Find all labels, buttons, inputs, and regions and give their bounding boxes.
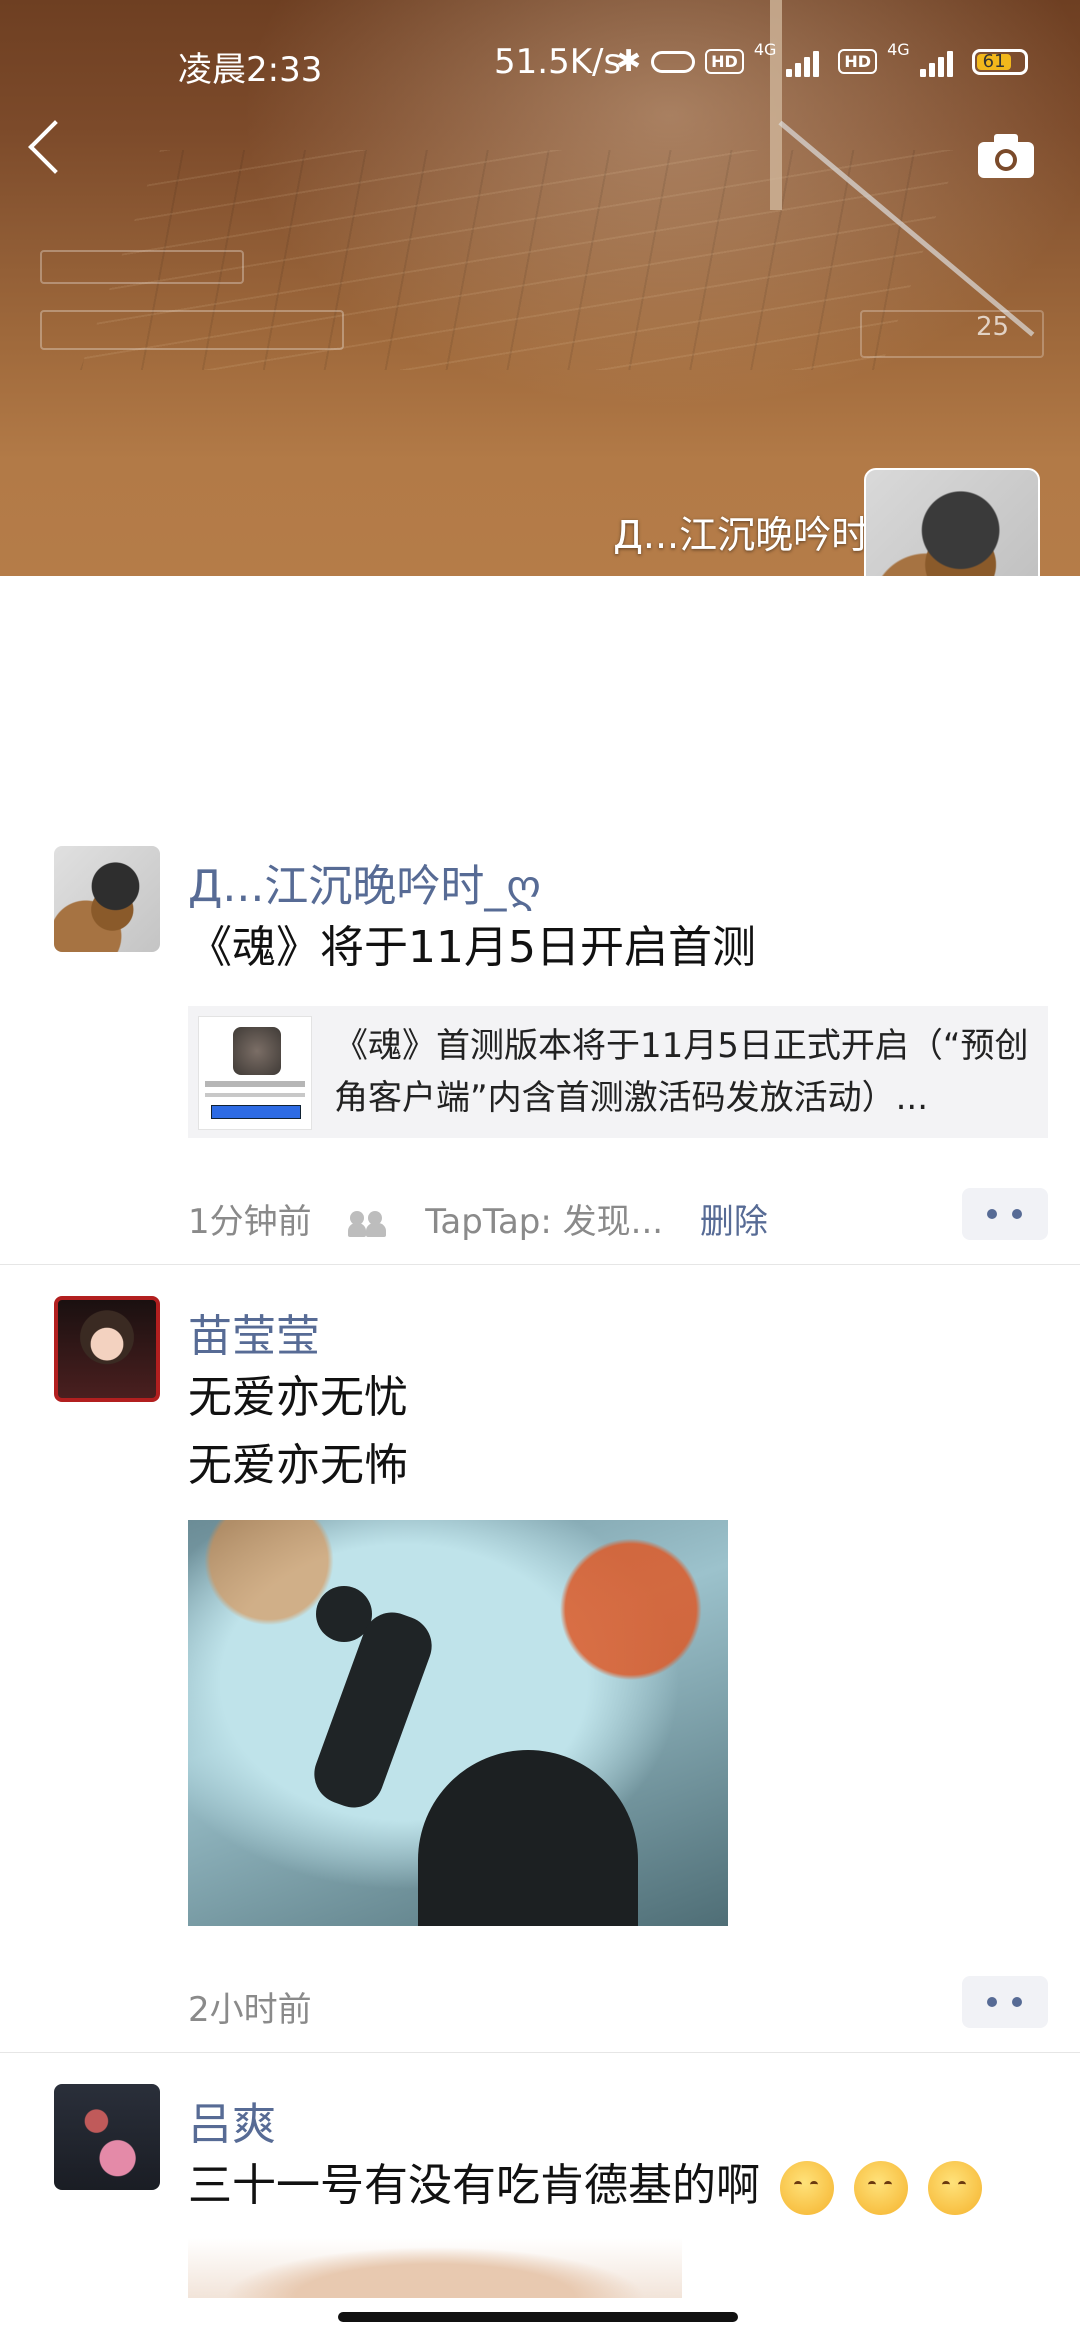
avatar[interactable] [54, 2084, 160, 2190]
post-photo[interactable] [188, 1520, 728, 1926]
cover-avatar[interactable] [864, 468, 1040, 576]
game-hud-player2 [40, 310, 344, 350]
post-time: 2小时前 [188, 1990, 312, 2030]
divider [0, 2052, 1080, 2053]
post-photo-partial[interactable] [188, 2238, 682, 2298]
friends-visibility-icon [348, 1210, 388, 1237]
app-logo-icon [233, 1027, 281, 1075]
cover-pillar [770, 0, 782, 210]
delete-link[interactable]: 删除 [700, 1202, 768, 1242]
avatar[interactable] [54, 1296, 160, 1402]
status-net-speed: 51.5K/s [494, 42, 622, 82]
vibrate-icon [651, 50, 696, 73]
photo-shadow-body [418, 1750, 638, 1926]
more-dots-icon[interactable] [962, 1976, 1048, 2028]
home-indicator[interactable] [338, 2312, 738, 2322]
smiling-face-emoji [928, 2161, 982, 2215]
status-time: 凌晨2:33 [178, 50, 323, 90]
post-text-line-1: 无爱亦无忧 [188, 1372, 408, 1423]
shared-link-card[interactable]: 《魂》首测版本将于11月5日正式开启（“预创角客户端”内含首测激活码发放活动）.… [188, 1006, 1048, 1138]
post-text: 《魂》将于11月5日开启首测 [188, 922, 756, 973]
bluetooth-icon: ✱ [616, 44, 642, 79]
battery-icon: 61 [971, 48, 1028, 75]
post-time: 1分钟前 [188, 1202, 312, 1242]
game-hud-weapon [860, 310, 1044, 358]
post-text-content: 三十一号有没有吃肯德基的啊 [188, 2160, 760, 2211]
status-bar: 凌晨2:33 51.5K/s ✱ HD 4G HD 4G 61 [0, 38, 1080, 90]
network-type-1: 4G [753, 40, 777, 59]
avatar[interactable] [54, 846, 160, 952]
signal-icon-2 [919, 47, 962, 77]
post-text: 三十一号有没有吃肯德基的啊 [188, 2152, 982, 2220]
post-meta: 2小时前 [188, 1982, 312, 2031]
post-source[interactable]: TapTap: 发现... [425, 1202, 663, 1242]
post-author-name[interactable]: Д...江沉晚吟时_ღ [188, 850, 541, 914]
post-author-name[interactable]: 苗莹莹 [188, 1300, 320, 1364]
post-author-name[interactable]: 吕爽 [188, 2088, 276, 2152]
hd-badge-2: HD [838, 49, 878, 74]
post-meta: 1分钟前 TapTap: 发现... 删除 [188, 1194, 768, 1243]
game-hud-ammo: 25 [976, 312, 1010, 342]
battery-level: 61 [982, 50, 1006, 72]
game-hud-player1 [40, 250, 244, 284]
hd-badge-1: HD [705, 49, 744, 74]
signal-icon-1 [786, 47, 828, 77]
camera-icon[interactable] [976, 132, 1036, 180]
link-thumbnail [198, 1016, 312, 1130]
divider [0, 1264, 1080, 1265]
status-icons: ✱ HD 4G HD 4G 61 [616, 40, 1028, 79]
smiling-face-emoji [780, 2161, 834, 2215]
post-text-line-2: 无爱亦无怖 [188, 1440, 408, 1491]
more-dots-icon[interactable] [962, 1188, 1048, 1240]
smiling-face-emoji [854, 2161, 908, 2215]
link-title: 《魂》首测版本将于11月5日正式开启（“预创角客户端”内含首测激活码发放活动）.… [334, 1026, 1029, 1118]
network-type-2: 4G [887, 40, 910, 59]
